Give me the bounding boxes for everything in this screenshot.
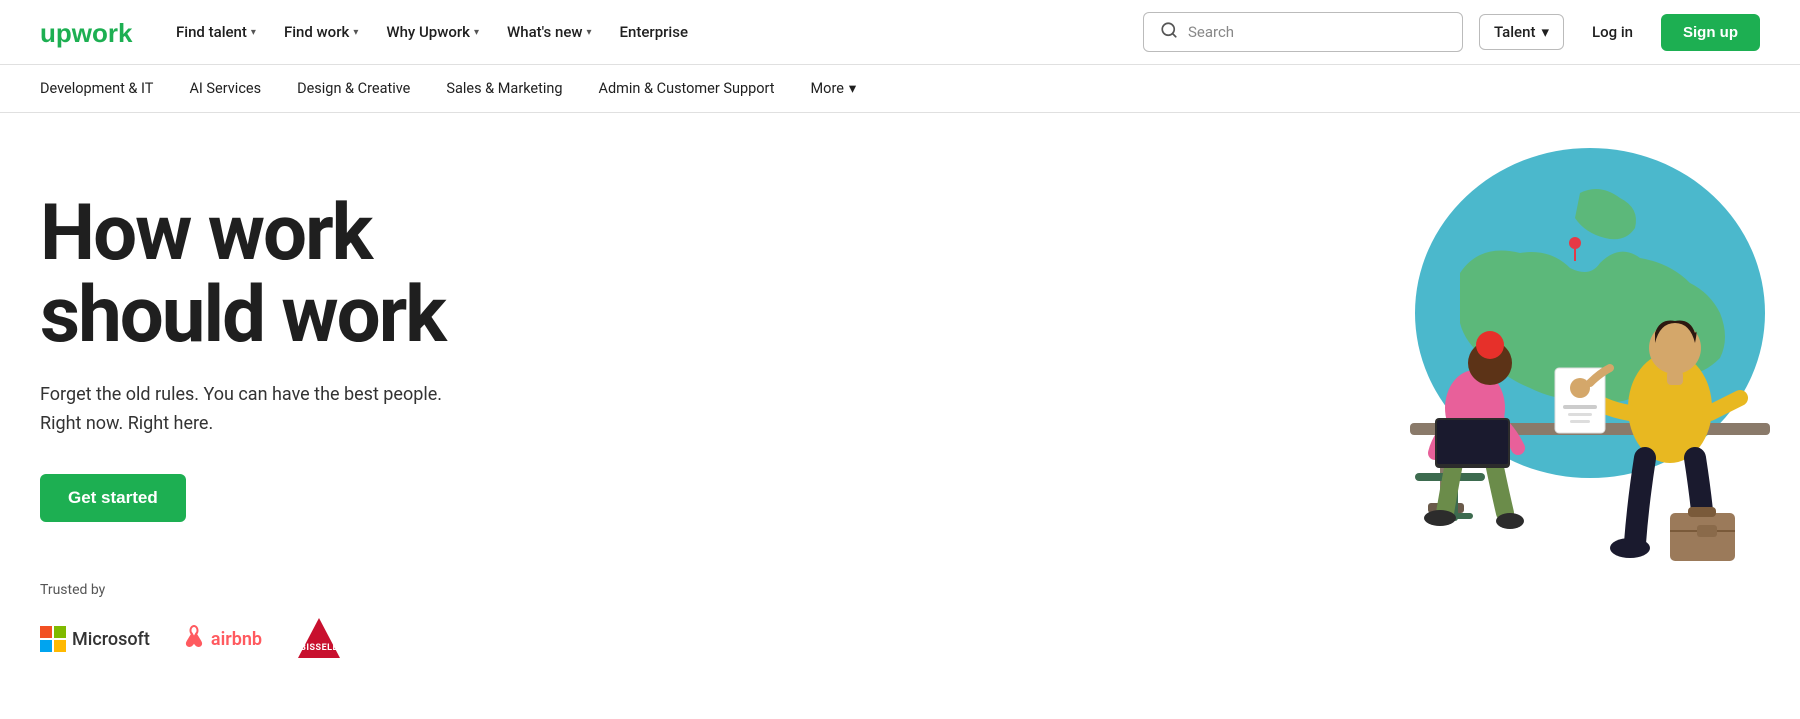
subnav-design-creative[interactable]: Design & Creative xyxy=(279,66,428,111)
search-bar[interactable]: Search xyxy=(1143,12,1463,52)
subnav-more[interactable]: More ▾ xyxy=(793,66,875,111)
subnav-more-chevron-icon: ▾ xyxy=(849,80,856,97)
microsoft-logo: Microsoft xyxy=(40,626,150,652)
login-button[interactable]: Log in xyxy=(1580,15,1645,49)
microsoft-text: Microsoft xyxy=(72,629,150,650)
top-navigation: upwork Find talent ▾ Find work ▾ Why Upw… xyxy=(0,0,1800,65)
signup-button[interactable]: Sign up xyxy=(1661,14,1760,51)
ms-green-square xyxy=(54,626,66,638)
hero-headline: How workshould work xyxy=(40,193,445,357)
subnav-sales-marketing[interactable]: Sales & Marketing xyxy=(428,66,580,111)
hero-illustration-svg xyxy=(1280,113,1800,613)
ms-blue-square xyxy=(40,640,52,652)
nav-whats-new[interactable]: What's new ▾ xyxy=(507,23,592,41)
find-talent-chevron-icon: ▾ xyxy=(251,27,256,38)
trusted-section: Trusted by Microsoft xyxy=(40,582,445,664)
talent-select-label: Talent xyxy=(1494,23,1535,41)
nav-left: upwork Find talent ▾ Find work ▾ Why Upw… xyxy=(40,16,688,48)
nav-enterprise[interactable]: Enterprise xyxy=(620,23,688,41)
nav-find-talent-label: Find talent xyxy=(176,23,247,41)
search-placeholder: Search xyxy=(1188,23,1234,41)
trusted-logos: Microsoft airbnb BISSELL xyxy=(40,614,445,664)
svg-text:upwork: upwork xyxy=(40,18,133,48)
microsoft-grid-icon xyxy=(40,626,66,652)
airbnb-icon xyxy=(182,623,206,655)
subnav-admin-support[interactable]: Admin & Customer Support xyxy=(581,66,793,111)
nav-find-talent[interactable]: Find talent ▾ xyxy=(176,23,256,41)
bissell-logo: BISSELL xyxy=(294,614,344,664)
logo[interactable]: upwork xyxy=(40,16,148,48)
nav-enterprise-label: Enterprise xyxy=(620,23,688,41)
whats-new-chevron-icon: ▾ xyxy=(587,27,592,38)
ms-yellow-square xyxy=(54,640,66,652)
find-work-chevron-icon: ▾ xyxy=(353,27,358,38)
get-started-button[interactable]: Get started xyxy=(40,474,186,522)
nav-right: Search Talent ▾ Log in Sign up xyxy=(1143,12,1760,52)
svg-text:BISSELL: BISSELL xyxy=(300,643,338,653)
talent-chevron-icon: ▾ xyxy=(1541,23,1549,41)
hero-section: How workshould work Forget the old rules… xyxy=(40,173,445,664)
nav-whats-new-label: What's new xyxy=(507,23,582,41)
subnav-more-label: More xyxy=(811,80,844,97)
nav-find-work[interactable]: Find work ▾ xyxy=(284,23,358,41)
hero-subtext: Forget the old rules. You can have the b… xyxy=(40,381,445,439)
talent-select[interactable]: Talent ▾ xyxy=(1479,14,1564,50)
airbnb-logo: airbnb xyxy=(182,623,262,655)
search-icon xyxy=(1160,21,1178,43)
nav-why-upwork-label: Why Upwork xyxy=(386,23,470,41)
airbnb-text: airbnb xyxy=(211,629,262,650)
bissell-triangle-icon: BISSELL xyxy=(294,614,344,664)
subnav-development[interactable]: Development & IT xyxy=(40,66,171,111)
why-upwork-chevron-icon: ▾ xyxy=(474,27,479,38)
sub-navigation: Development & IT AI Services Design & Cr… xyxy=(0,65,1800,113)
ms-red-square xyxy=(40,626,52,638)
nav-why-upwork[interactable]: Why Upwork ▾ xyxy=(386,23,479,41)
trusted-label: Trusted by xyxy=(40,582,445,598)
hero-illustration xyxy=(1280,113,1800,613)
subnav-ai-services[interactable]: AI Services xyxy=(171,66,279,111)
nav-find-work-label: Find work xyxy=(284,23,349,41)
main-content: How workshould work Forget the old rules… xyxy=(0,113,1800,719)
